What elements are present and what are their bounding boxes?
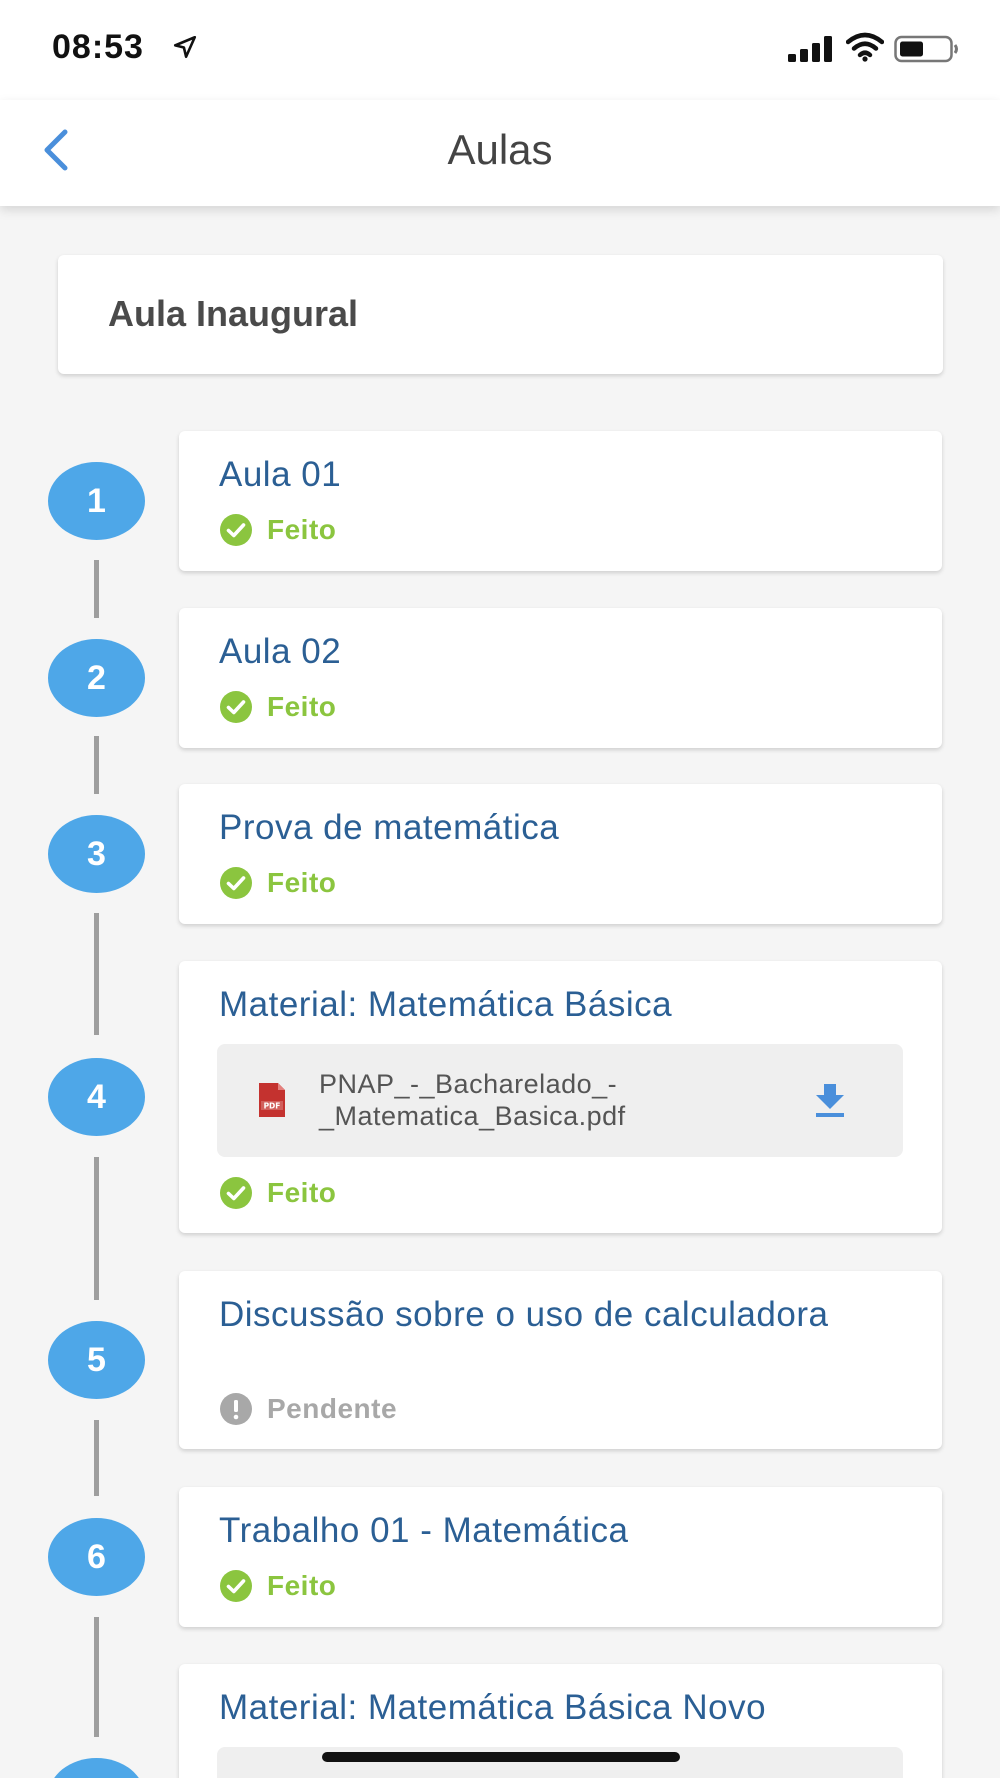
status-label: Feito [267, 867, 337, 898]
lesson-card[interactable]: Aula 02 Feito [179, 608, 942, 748]
svg-text:PDF: PDF [264, 1102, 281, 1111]
battery-icon [894, 35, 958, 63]
check-circle-icon [220, 514, 252, 546]
alert-circle-icon [220, 1393, 252, 1425]
check-circle-icon [220, 867, 252, 899]
step-number: 1 [48, 462, 145, 540]
timeline-connector [94, 560, 99, 618]
lesson-status: Feito [219, 867, 336, 899]
lesson-title: Material: Matemática Básica [219, 985, 673, 1024]
lesson-status: Feito [219, 691, 336, 723]
check-circle-icon [220, 1570, 252, 1602]
status-label: Feito [267, 514, 337, 545]
status-label: Feito [267, 1177, 337, 1208]
lesson-title: Discussão sobre o uso de calculadora [219, 1295, 829, 1334]
lesson-card[interactable]: Discussão sobre o uso de calculadora Pen… [179, 1271, 942, 1449]
status-label: Pendente [267, 1393, 398, 1424]
step-number: 2 [48, 639, 145, 717]
file-name-line: _Matematica_Basica.pdf [319, 1101, 626, 1131]
lesson-card[interactable]: Aula 01 Feito [179, 431, 942, 571]
pdf-file-icon: PDF [259, 1083, 285, 1117]
lesson-title: Prova de matemática [219, 808, 560, 847]
wifi-icon [846, 32, 884, 62]
lesson-status: Feito [219, 1177, 336, 1209]
status-label: Feito [267, 1570, 337, 1601]
timeline-connector [94, 736, 99, 794]
check-circle-icon [220, 691, 252, 723]
step-number: 3 [48, 815, 145, 893]
intro-card[interactable]: Aula Inaugural [58, 255, 943, 374]
status-label: Feito [267, 691, 337, 722]
step-number: 4 [48, 1058, 145, 1136]
lesson-title: Aula 02 [219, 632, 342, 671]
status-time: 08:53 [52, 28, 144, 66]
file-name: PNAP_-_Bacharelado_- _Matematica_Basica.… [319, 1068, 626, 1132]
lesson-title: Trabalho 01 - Matemática [219, 1511, 629, 1550]
step-number-partial [48, 1758, 145, 1778]
lesson-card[interactable]: Material: Matemática Básica PDF PNAP_-_B… [179, 961, 942, 1233]
timeline-connector [94, 1420, 99, 1496]
check-circle-icon [220, 1177, 252, 1209]
lesson-status: Pendente [219, 1393, 397, 1425]
page-title: Aulas [447, 126, 553, 173]
app-header: Aulas [0, 100, 1000, 206]
timeline-connector [94, 1617, 99, 1737]
lesson-card[interactable]: Prova de matemática Feito [179, 784, 942, 924]
lesson-status: Feito [219, 1570, 336, 1602]
step-number: 5 [48, 1321, 145, 1399]
download-icon[interactable] [813, 1082, 847, 1118]
status-bar: 08:53 [0, 0, 1000, 100]
timeline-connector [94, 913, 99, 1035]
lesson-title: Material: Matemática Básica Novo [219, 1688, 767, 1727]
location-arrow-icon [173, 35, 197, 59]
signal-icon [788, 36, 832, 62]
home-indicator [322, 1752, 680, 1762]
step-number: 6 [48, 1518, 145, 1596]
file-attachment[interactable]: PDF PNAP_-_Bacharelado_- _Matematica_Bas… [217, 1044, 903, 1157]
lesson-status: Feito [219, 514, 336, 546]
timeline-connector [94, 1157, 99, 1300]
intro-title: Aula Inaugural [108, 293, 359, 334]
lesson-title: Aula 01 [219, 455, 342, 494]
file-name-line: PNAP_-_Bacharelado_- [319, 1069, 618, 1099]
lesson-card[interactable]: Trabalho 01 - Matemática Feito [179, 1487, 942, 1627]
